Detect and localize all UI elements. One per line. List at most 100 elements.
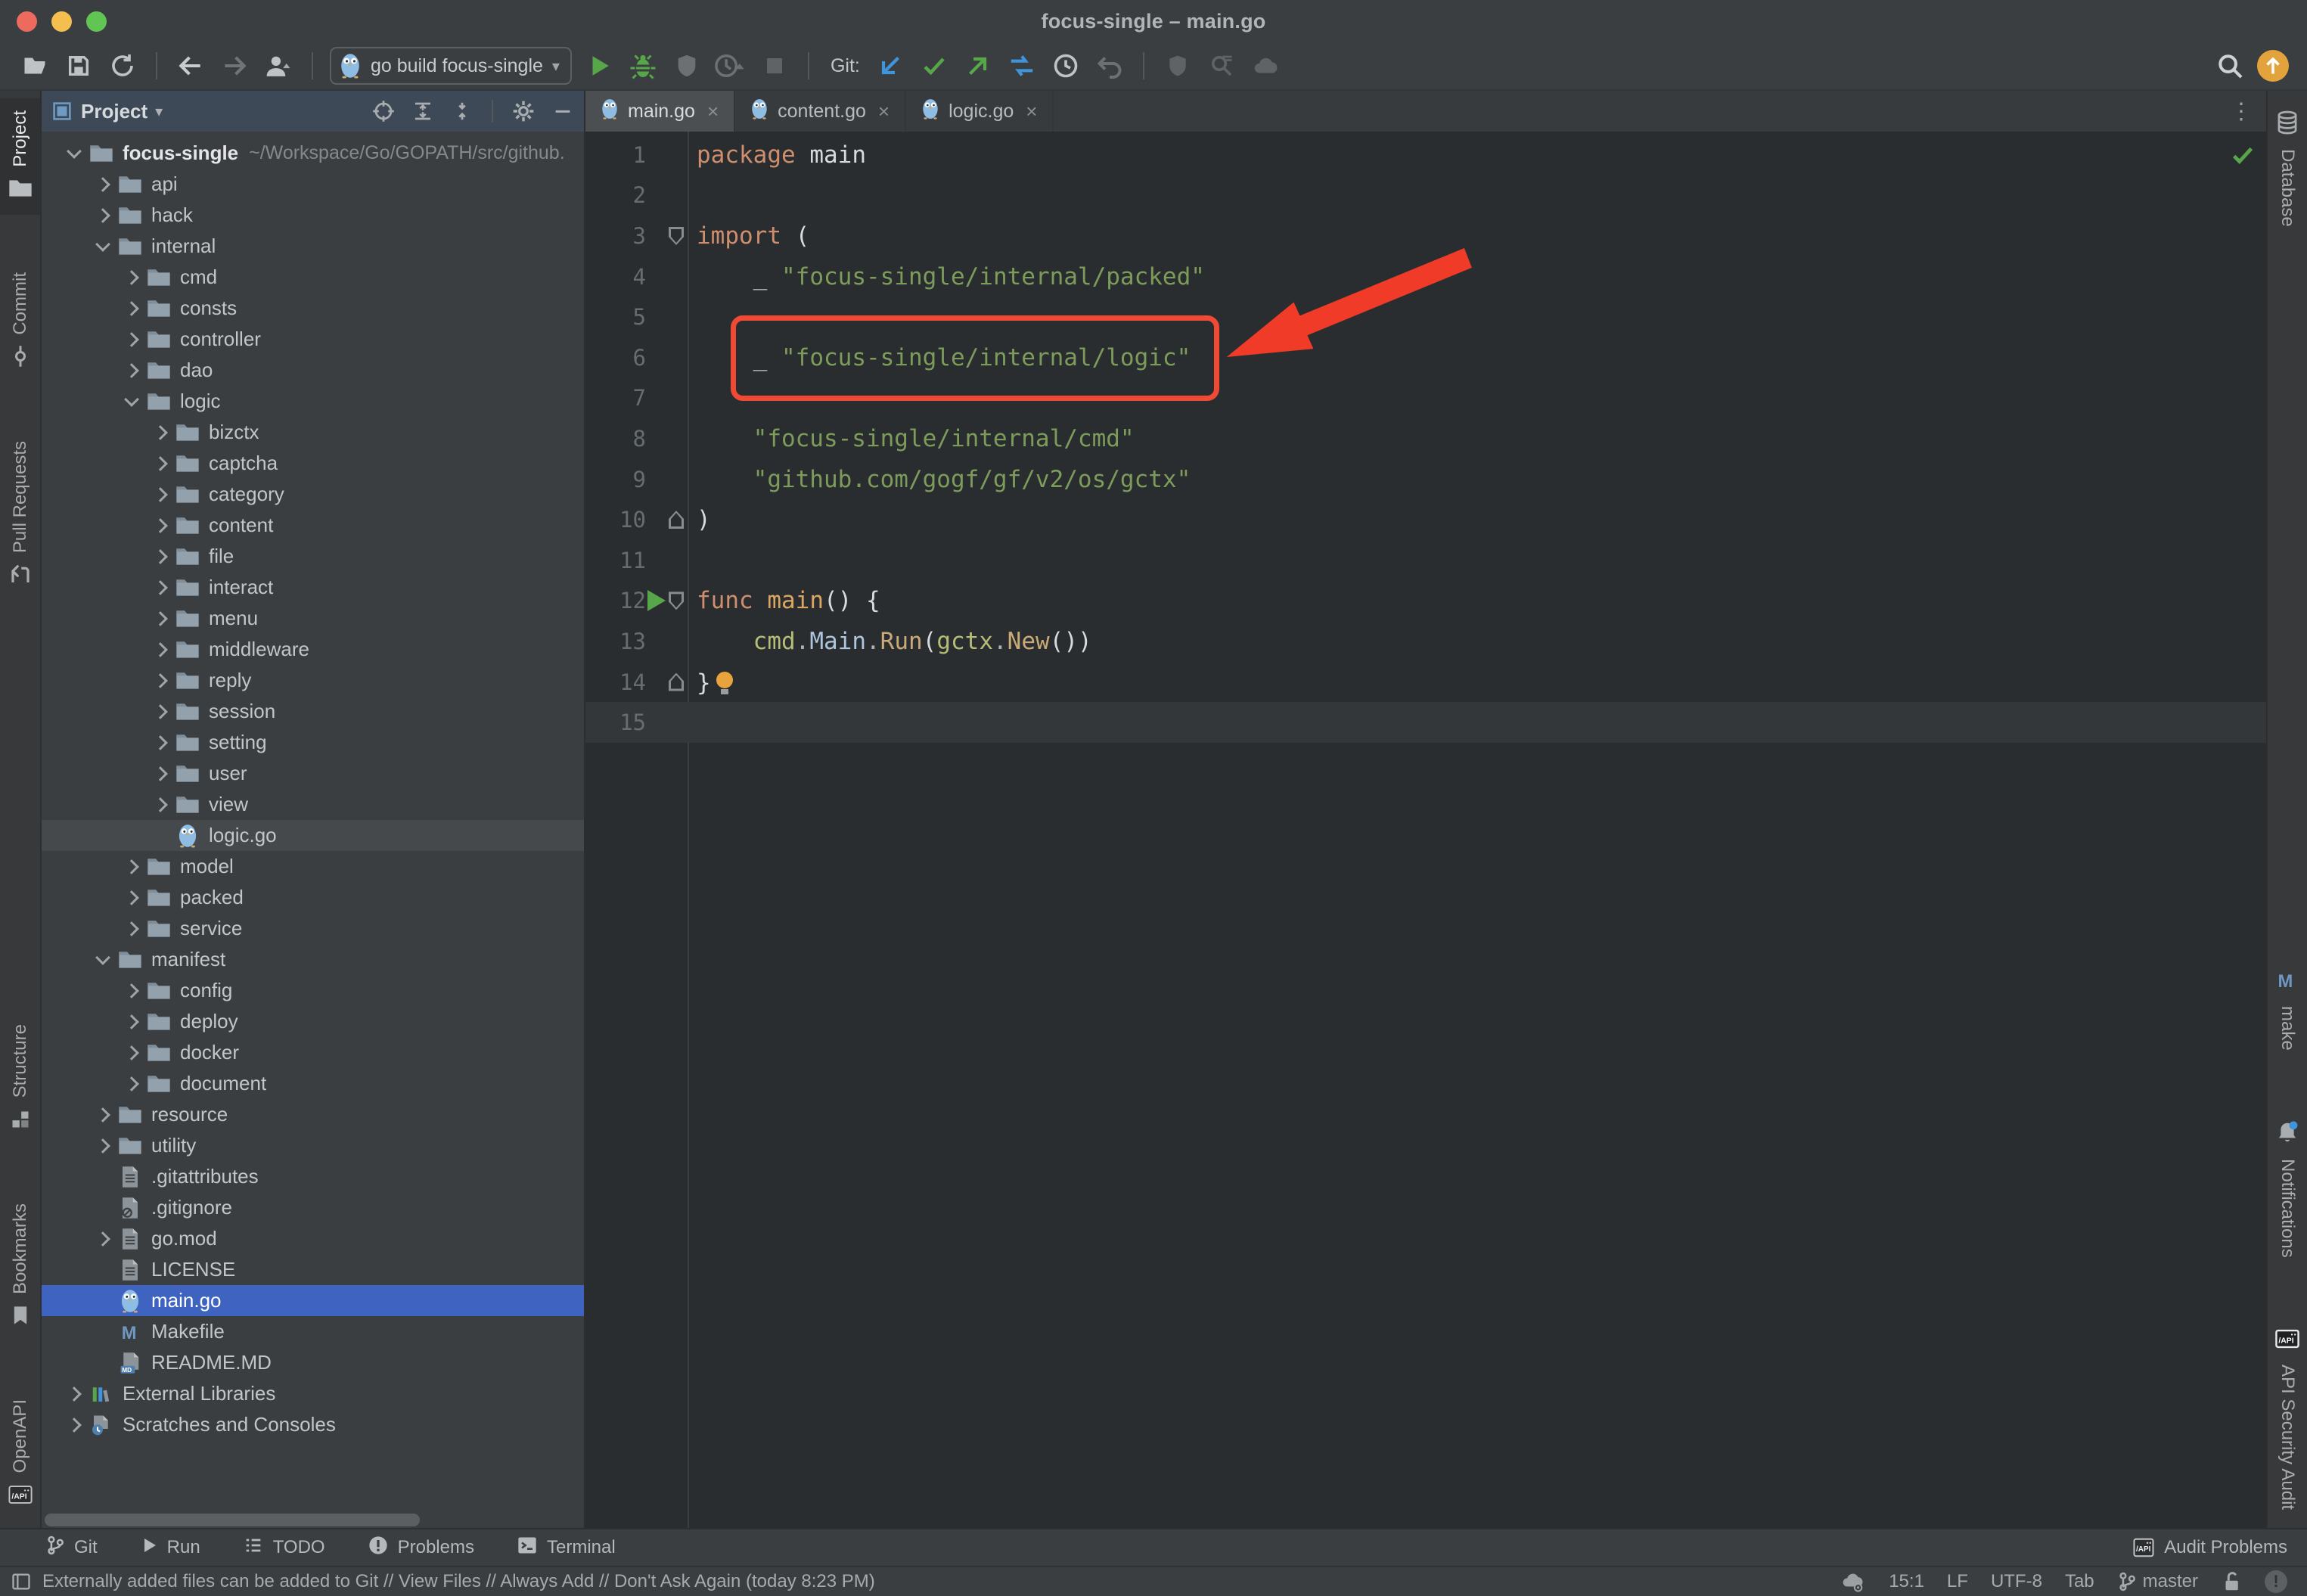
editor-tab-main.go[interactable]: main.go× <box>585 91 735 132</box>
tree-item-category[interactable]: category <box>42 479 584 510</box>
open-folder-icon[interactable] <box>18 49 51 82</box>
git-update-icon[interactable] <box>874 49 907 82</box>
toolwindow-tab-terminal[interactable]: Terminal <box>517 1535 616 1561</box>
editor-line-1[interactable]: 1package main <box>585 135 2266 175</box>
unlock-icon[interactable] <box>2221 1570 2242 1593</box>
tree-item-dao[interactable]: dao <box>42 355 584 386</box>
run-icon[interactable] <box>582 49 616 82</box>
update-orb-icon[interactable] <box>2257 50 2289 82</box>
git-merge-icon[interactable] <box>1005 49 1039 82</box>
git-branch-widget[interactable]: master <box>2117 1571 2198 1592</box>
tree-item-reply[interactable]: reply <box>42 665 584 696</box>
editor-tab-content.go[interactable]: content.go× <box>735 91 906 132</box>
editor-line-15[interactable]: 15 <box>585 702 2266 743</box>
tree-item-captcha[interactable]: captcha <box>42 448 584 479</box>
tree-item-makefile[interactable]: MMakefile <box>42 1316 584 1347</box>
find-usages-icon[interactable] <box>1205 49 1238 82</box>
shield-icon[interactable] <box>1161 49 1194 82</box>
tree-item-session[interactable]: session <box>42 696 584 727</box>
back-icon[interactable] <box>174 49 207 82</box>
tree-item-license[interactable]: LICENSE <box>42 1254 584 1285</box>
toolwindow-tab-run[interactable]: Run <box>140 1536 200 1560</box>
chevron-right-icon[interactable] <box>149 453 170 474</box>
toolwindow-tab-git[interactable]: Git <box>45 1535 98 1561</box>
status-message[interactable]: Externally added files can be added to G… <box>42 1571 875 1592</box>
editor-line-8[interactable]: 8 "focus-single/internal/cmd" <box>585 418 2266 459</box>
file-encoding[interactable]: UTF-8 <box>1991 1571 2042 1592</box>
caret-position[interactable]: 15:1 <box>1889 1571 1924 1592</box>
chevron-right-icon[interactable] <box>92 205 113 226</box>
tree-item-content[interactable]: content <box>42 510 584 541</box>
chevron-right-icon[interactable] <box>149 608 170 629</box>
editor-line-12[interactable]: 12func main() { <box>585 581 2266 622</box>
toolwindow-button-bookmarks[interactable]: Bookmarks <box>0 1191 40 1342</box>
locate-file-icon[interactable] <box>372 100 395 123</box>
git-commit-check-icon[interactable] <box>918 49 951 82</box>
chevron-down-icon[interactable] <box>120 391 141 412</box>
chevron-right-icon[interactable] <box>63 1414 84 1436</box>
chevron-right-icon[interactable] <box>149 577 170 598</box>
editor-tab-logic.go[interactable]: logic.go× <box>906 91 1054 132</box>
tree-item-document[interactable]: document <box>42 1068 584 1099</box>
close-icon[interactable]: × <box>707 100 719 123</box>
tree-item-service[interactable]: service <box>42 913 584 944</box>
tree-item-resource[interactable]: resource <box>42 1099 584 1130</box>
tree-item-external-libraries[interactable]: External Libraries <box>42 1378 584 1409</box>
chevron-right-icon[interactable] <box>149 794 170 815</box>
save-icon[interactable] <box>62 49 95 82</box>
chevron-right-icon[interactable] <box>120 298 141 319</box>
chevron-right-icon[interactable] <box>149 732 170 753</box>
fold-marker-icon[interactable] <box>669 673 684 691</box>
chevron-down-icon[interactable]: ▾ <box>155 102 163 121</box>
tree-item-file[interactable]: file <box>42 541 584 572</box>
history-icon[interactable] <box>1049 49 1082 82</box>
toolwindow-tab-problems[interactable]: Problems <box>368 1535 474 1561</box>
tree-item-controller[interactable]: controller <box>42 324 584 355</box>
toolwindow-button-database[interactable]: Database <box>2268 98 2307 239</box>
tree-item-scratches-and-consoles[interactable]: Scratches and Consoles <box>42 1409 584 1440</box>
cloud-icon[interactable] <box>1249 49 1282 82</box>
chevron-right-icon[interactable] <box>149 484 170 505</box>
search-icon[interactable] <box>2213 49 2246 82</box>
editor-line-14[interactable]: 14} <box>585 662 2266 703</box>
chevron-right-icon[interactable] <box>120 980 141 1001</box>
toolwindow-button-openapi[interactable]: OpenAPI/API <box>0 1387 40 1522</box>
tree-item-cmd[interactable]: cmd <box>42 262 584 293</box>
debug-icon[interactable] <box>626 49 660 82</box>
editor-line-10[interactable]: 10) <box>585 499 2266 540</box>
toolwindow-button-notifications[interactable]: Notifications <box>2268 1108 2307 1270</box>
run-main-icon[interactable] <box>647 590 666 611</box>
fold-marker-icon[interactable] <box>669 227 684 245</box>
chevron-right-icon[interactable] <box>149 763 170 784</box>
chevron-right-icon[interactable] <box>120 856 141 877</box>
tree-item-internal[interactable]: internal <box>42 231 584 262</box>
chevron-right-icon[interactable] <box>92 174 113 195</box>
gear-icon[interactable] <box>511 99 536 123</box>
chevron-right-icon[interactable] <box>120 918 141 939</box>
chevron-right-icon[interactable] <box>120 329 141 350</box>
chevron-right-icon[interactable] <box>149 422 170 443</box>
toolwindow-button-project[interactable]: Project <box>0 98 40 215</box>
horizontal-scrollbar[interactable] <box>45 1514 420 1526</box>
tree-item-logic.go[interactable]: logic.go <box>42 820 584 851</box>
tree-item-go.mod[interactable]: go.mod <box>42 1223 584 1254</box>
audit-problems-button[interactable]: /API Audit Problems <box>2132 1536 2287 1559</box>
chevron-right-icon[interactable] <box>120 887 141 908</box>
tree-item-manifest[interactable]: manifest <box>42 944 584 975</box>
window-layout-icon[interactable] <box>11 1571 32 1592</box>
close-icon[interactable]: × <box>878 100 890 123</box>
chevron-right-icon[interactable] <box>63 1383 84 1405</box>
chevron-right-icon[interactable] <box>149 670 170 691</box>
chevron-right-icon[interactable] <box>149 515 170 536</box>
line-separator[interactable]: LF <box>1947 1571 1968 1592</box>
chevron-down-icon[interactable] <box>92 949 113 970</box>
tree-item-readme.md[interactable]: MDREADME.MD <box>42 1347 584 1378</box>
editor-line-11[interactable]: 11 <box>585 540 2266 581</box>
tree-item-main.go[interactable]: main.go <box>42 1285 584 1316</box>
toolwindow-button-api-security-audit[interactable]: /APIAPI Security Audit <box>2268 1315 2307 1522</box>
tree-item-hack[interactable]: hack <box>42 200 584 231</box>
tree-item-config[interactable]: config <box>42 975 584 1006</box>
inspections-ok-icon[interactable] <box>2230 142 2256 168</box>
stop-icon[interactable] <box>758 49 791 82</box>
chevron-right-icon[interactable] <box>92 1135 113 1157</box>
